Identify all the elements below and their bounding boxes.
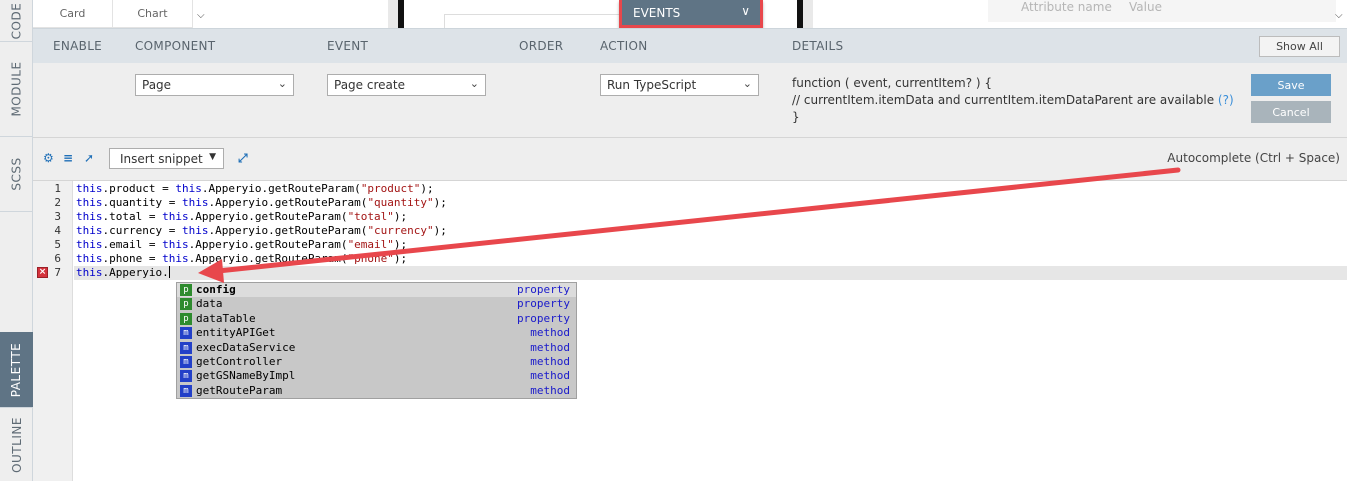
line-gutter: 1 2 3 4 5 6 × 7 [33, 181, 73, 481]
autocomplete-item[interactable]: p config property [177, 283, 576, 298]
tab-outline[interactable]: OUTLINE [0, 408, 33, 481]
autocomplete-hint: Autocomplete (Ctrl + Space) [1167, 151, 1340, 165]
code-line: this.total = this.Apperyio.getRouteParam… [76, 210, 408, 223]
property-icon: p [180, 298, 192, 311]
attribute-value-input[interactable]: Value [1129, 0, 1162, 14]
side-tab-bar: CODE MODULE SCSS PALETTE OUTLINE [0, 0, 33, 481]
method-icon: m [180, 341, 192, 354]
expand-icon[interactable]: ⤢ [238, 151, 248, 166]
text-cursor [168, 266, 170, 278]
help-link[interactable]: (?) [1218, 93, 1234, 107]
tab-code[interactable]: CODE [0, 0, 33, 42]
autocomplete-item[interactable]: m execDataService method [177, 341, 576, 355]
events-header: ENABLE COMPONENT EVENT ORDER ACTION DETA… [33, 28, 1347, 63]
component-select[interactable]: Page ⌄ [135, 74, 294, 96]
editor-toolbar: ⚙ ≡ ➚ Insert snippet ▼ ⤢ Autocomplete (Ct… [33, 138, 1347, 181]
save-button[interactable]: Save [1251, 74, 1331, 96]
attributes-row: Attribute name Value [988, 0, 1336, 22]
tab-palette[interactable]: PALETTE [0, 332, 33, 408]
method-icon: m [180, 327, 192, 340]
col-enable: ENABLE [53, 39, 103, 53]
code-line-current: this.Apperyio. [76, 266, 170, 279]
autocomplete-item[interactable]: m getController method [177, 355, 576, 369]
events-toggle[interactable]: EVENTS ∨ [619, 0, 763, 28]
code-line: this.email = this.Apperyio.getRouteParam… [76, 238, 408, 251]
tab-scss[interactable]: SCSS [0, 137, 33, 212]
code-line: this.phone = this.Apperyio.getRouteParam… [76, 252, 408, 265]
code-line: this.product = this.Apperyio.getRoutePar… [76, 182, 434, 195]
method-icon: m [180, 384, 192, 397]
col-details: DETAILS [792, 39, 844, 53]
method-icon: m [180, 370, 192, 383]
chevron-down-icon[interactable]: ⌵ [1335, 10, 1343, 21]
autocomplete-item[interactable]: m getGSNameByImpl method [177, 369, 576, 383]
autocomplete-item[interactable]: p dataTable property [177, 312, 576, 326]
show-all-button[interactable]: Show All [1259, 36, 1340, 57]
autocomplete-item[interactable]: m getRouteParam method [177, 384, 576, 398]
autocomplete-popup: p config property p data property p dataTable… [176, 282, 577, 399]
event-select[interactable]: Page create ⌄ [327, 74, 486, 96]
gear-icon[interactable]: ⚙ [43, 151, 54, 165]
chevron-down-icon[interactable]: ⌵ [197, 10, 205, 21]
caret-down-icon: ▼ [209, 152, 216, 162]
pin-icon[interactable]: ➚ [84, 151, 94, 165]
col-action: ACTION [600, 39, 648, 53]
chevron-down-icon: ⌄ [469, 77, 479, 90]
property-icon: p [180, 284, 192, 296]
chevron-down-icon: ⌄ [742, 77, 752, 90]
palette-chart[interactable]: Chart [113, 0, 193, 28]
double-chevron-down-icon: ∨ [741, 4, 750, 18]
insert-snippet-dropdown[interactable]: Insert snippet ▼ [109, 148, 224, 169]
autocomplete-item[interactable]: m entityAPIGet method [177, 326, 576, 340]
tab-module[interactable]: MODULE [0, 42, 33, 137]
property-icon: p [180, 312, 192, 325]
palette-card[interactable]: Card [33, 0, 113, 28]
details-text: function ( event, currentItem? ) { // cu… [792, 76, 1234, 124]
chevron-down-icon: ⌄ [277, 77, 287, 90]
col-order: ORDER [519, 39, 564, 53]
attribute-name-input[interactable]: Attribute name [1021, 0, 1112, 14]
action-select[interactable]: Run TypeScript ⌄ [600, 74, 759, 96]
code-line: this.currency = this.Apperyio.getRoutePa… [76, 224, 447, 237]
indent-icon[interactable]: ≡ [63, 151, 73, 165]
col-component: COMPONENT [135, 39, 216, 53]
cancel-button[interactable]: Cancel [1251, 101, 1331, 123]
col-event: EVENT [327, 39, 369, 53]
autocomplete-item[interactable]: p data property [177, 297, 576, 311]
method-icon: m [180, 356, 192, 368]
error-icon[interactable]: × [37, 267, 48, 278]
active-line-highlight [74, 266, 1347, 280]
code-line: this.quantity = this.Apperyio.getRoutePa… [76, 196, 447, 209]
event-row: Page ⌄ Page create ⌄ Run TypeScript ⌄ funct… [33, 63, 1347, 138]
